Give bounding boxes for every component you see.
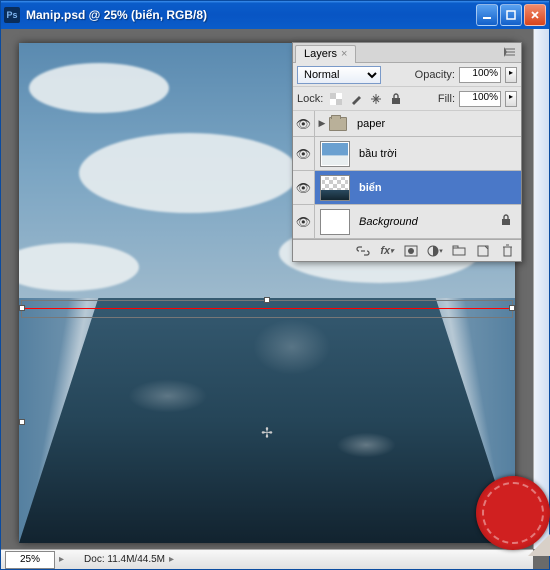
fill-label: Fill: <box>438 93 455 105</box>
adjustment-layer-icon[interactable]: ▾ <box>427 243 443 259</box>
layer-name[interactable]: paper <box>353 118 521 130</box>
blend-mode-select[interactable]: Normal <box>297 66 381 84</box>
folder-icon <box>329 117 347 131</box>
ocean-region <box>19 298 515 543</box>
fill-input[interactable]: 100% <box>459 91 501 107</box>
new-layer-icon[interactable] <box>475 243 491 259</box>
transform-handle[interactable] <box>264 297 270 303</box>
opacity-flyout-icon[interactable]: ▸ <box>505 67 517 83</box>
lock-transparency-icon[interactable] <box>329 92 343 106</box>
app-icon: Ps <box>4 7 20 23</box>
lock-label: Lock: <box>297 93 323 105</box>
status-bar: 25% ▸ Doc: 11.4M/44.5M ▸ <box>1 549 533 569</box>
layer-thumbnail[interactable] <box>320 141 350 167</box>
new-group-icon[interactable] <box>451 243 467 259</box>
close-tab-icon[interactable]: × <box>341 48 347 60</box>
layer-row[interactable]: 👁 bầu trời <box>293 137 521 171</box>
fill-flyout-icon[interactable]: ▸ <box>505 91 517 107</box>
transform-guide <box>21 308 513 309</box>
panel-tab-strip: Layers × <box>293 43 521 63</box>
visibility-toggle-icon[interactable]: 👁 <box>296 215 311 229</box>
layers-panel[interactable]: Layers × Normal Opacity: 100% ▸ Lock: Fil… <box>292 42 522 262</box>
layer-thumbnail[interactable] <box>320 175 350 201</box>
tab-layers[interactable]: Layers × <box>295 45 356 63</box>
lock-all-icon[interactable] <box>389 92 403 106</box>
transform-handle[interactable] <box>19 305 25 311</box>
layer-row-selected[interactable]: 👁 biển <box>293 171 521 205</box>
delete-layer-icon[interactable] <box>499 243 515 259</box>
layers-panel-footer: fx▾ ▾ <box>293 239 521 261</box>
layer-thumbnail[interactable] <box>320 209 350 235</box>
tab-label: Layers <box>304 48 337 60</box>
layer-row-background[interactable]: 👁 Background <box>293 205 521 239</box>
title-bar[interactable]: Ps Manip.psd @ 25% (biển, RGB/8) <box>1 1 549 29</box>
lock-fill-row: Lock: Fill: 100% ▸ <box>293 87 521 111</box>
visibility-toggle-icon[interactable]: 👁 <box>296 147 311 161</box>
layer-row-group[interactable]: 👁 ▶ paper <box>293 111 521 137</box>
link-layers-icon[interactable] <box>355 243 371 259</box>
layer-name[interactable]: biển <box>355 182 521 194</box>
maximize-button[interactable] <box>500 4 522 26</box>
blend-opacity-row: Normal Opacity: 100% ▸ <box>293 63 521 87</box>
group-twisty-icon[interactable]: ▶ <box>315 118 329 129</box>
watermark-badge <box>466 466 550 556</box>
layer-name[interactable]: bầu trời <box>355 148 521 160</box>
opacity-input[interactable]: 100% <box>459 67 501 83</box>
zoom-input[interactable]: 25% <box>5 551 55 569</box>
opacity-label: Opacity: <box>415 69 455 81</box>
lock-pixels-icon[interactable] <box>349 92 363 106</box>
panel-menu-icon[interactable] <box>503 45 517 59</box>
layer-list: 👁 ▶ paper 👁 bầu trời 👁 biển 👁 Background <box>293 111 521 239</box>
doc-size-readout: Doc: 11.4M/44.5M <box>84 554 165 565</box>
lock-indicator-icon <box>501 214 515 229</box>
lock-position-icon[interactable] <box>369 92 383 106</box>
visibility-toggle-icon[interactable]: 👁 <box>296 117 311 131</box>
close-button[interactable] <box>524 4 546 26</box>
transform-handle[interactable] <box>509 305 515 311</box>
add-mask-icon[interactable] <box>403 243 419 259</box>
transform-handle[interactable] <box>19 419 25 425</box>
window-title: Manip.psd @ 25% (biển, RGB/8) <box>26 8 476 22</box>
layer-fx-icon[interactable]: fx▾ <box>379 243 395 259</box>
minimize-button[interactable] <box>476 4 498 26</box>
visibility-toggle-icon[interactable]: 👁 <box>296 181 311 195</box>
layer-name[interactable]: Background <box>355 216 501 228</box>
